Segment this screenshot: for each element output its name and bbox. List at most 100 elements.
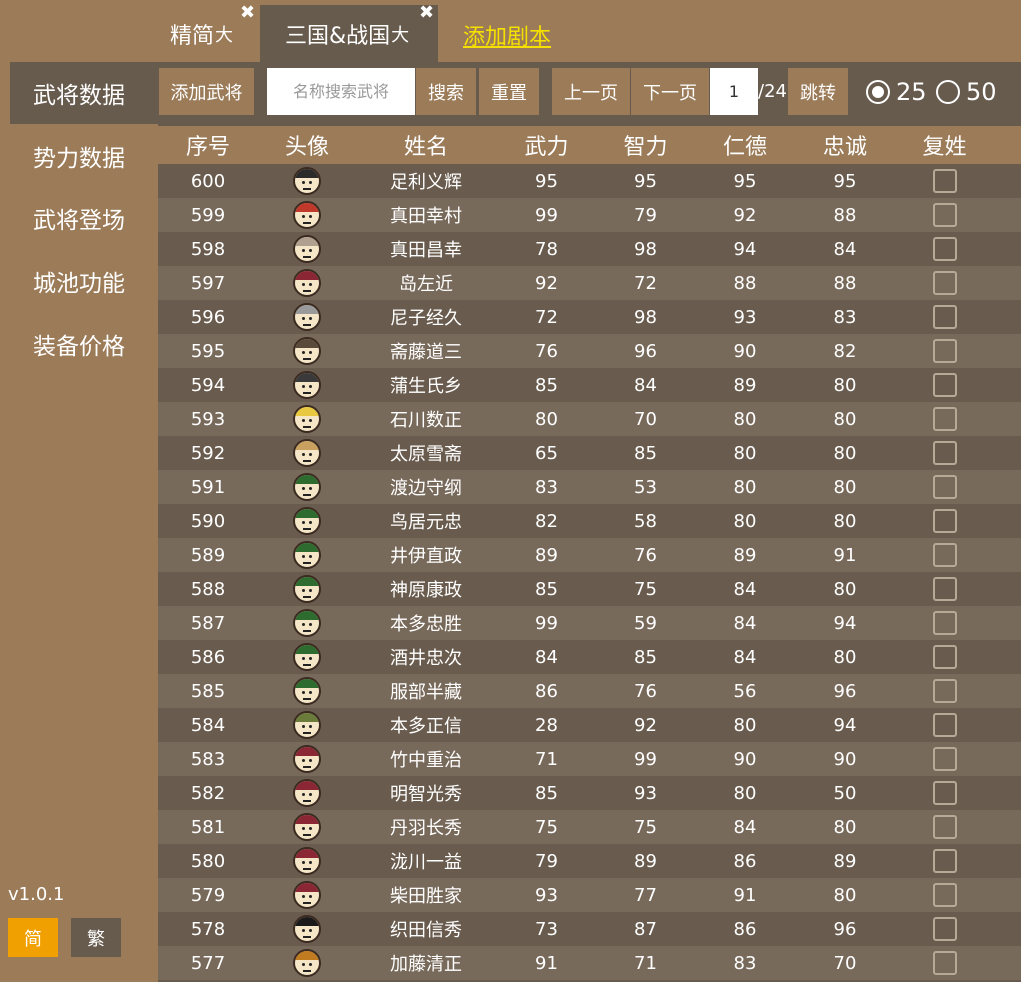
table-row[interactable]: 581 丹羽长秀 75 75 84 80 <box>158 810 1021 844</box>
cell-loyalty: 80 <box>833 476 857 498</box>
search-button[interactable]: 搜索 <box>416 68 476 115</box>
table-row[interactable]: 578 织田信秀 73 87 86 96 <box>158 912 1021 946</box>
sidebar-item-faction-data[interactable]: 势力数据 <box>10 125 148 187</box>
compound-surname-checkbox[interactable] <box>932 475 957 499</box>
page-number-input[interactable] <box>710 68 758 115</box>
table-row[interactable]: 586 酒井忠次 84 85 84 80 <box>158 640 1021 674</box>
compound-surname-checkbox[interactable] <box>932 543 957 567</box>
cell-intelligence: 53 <box>634 476 657 498</box>
compound-surname-checkbox[interactable] <box>932 577 957 601</box>
cell-name: 井伊直政 <box>390 546 462 567</box>
compound-surname-checkbox[interactable] <box>932 713 957 737</box>
compound-surname-checkbox[interactable] <box>932 339 957 363</box>
table-row[interactable]: 592 太原雪斋 65 85 80 80 <box>158 436 1021 470</box>
cell-compound-surname <box>894 679 995 703</box>
next-page-button[interactable]: 下一页 <box>631 68 709 115</box>
cell-name: 柴田胜家 <box>390 886 462 907</box>
cell-war: 75 <box>535 816 558 838</box>
table-row[interactable]: 585 服部半藏 86 76 56 96 <box>158 674 1021 708</box>
table-row[interactable]: 599 真田幸村 99 79 92 88 <box>158 198 1021 232</box>
compound-surname-checkbox[interactable] <box>932 237 957 261</box>
cell-name: 真田幸村 <box>390 206 462 227</box>
cell-war: 93 <box>535 884 558 906</box>
table-row[interactable]: 590 鸟居元忠 82 58 80 80 <box>158 504 1021 538</box>
table-row[interactable]: 583 竹中重治 71 99 90 90 <box>158 742 1021 776</box>
add-script-link[interactable]: 添加剧本 <box>463 19 551 51</box>
compound-surname-checkbox[interactable] <box>932 169 957 193</box>
add-general-button[interactable]: 添加武将 <box>159 68 254 115</box>
jump-button[interactable]: 跳转 <box>788 68 848 115</box>
compound-surname-checkbox[interactable] <box>932 679 957 703</box>
compound-surname-checkbox[interactable] <box>932 611 957 635</box>
compound-surname-checkbox[interactable] <box>932 849 957 873</box>
table-row[interactable]: 600 足利义辉 95 95 95 95 <box>158 164 1021 198</box>
reset-button[interactable]: 重置 <box>479 68 539 115</box>
compound-surname-checkbox[interactable] <box>932 203 957 227</box>
cell-virtue: 84 <box>733 646 757 668</box>
table-row[interactable]: 588 神原康政 85 75 84 80 <box>158 572 1021 606</box>
cell-virtue: 86 <box>733 918 757 940</box>
general-portrait-icon <box>293 779 321 807</box>
table-row[interactable]: 577 加藤清正 91 71 83 70 <box>158 946 1021 980</box>
header-loyalty[interactable]: 忠诚 <box>796 126 894 164</box>
prev-page-button[interactable]: 上一页 <box>552 68 630 115</box>
cell-compound-surname <box>894 713 995 737</box>
compound-surname-checkbox[interactable] <box>932 645 957 669</box>
compound-surname-checkbox[interactable] <box>932 509 957 533</box>
table-row[interactable]: 580 泷川一益 79 89 86 89 <box>158 844 1021 878</box>
compound-surname-checkbox[interactable] <box>932 883 957 907</box>
cell-name: 本多正信 <box>390 716 462 737</box>
compound-surname-checkbox[interactable] <box>932 747 957 771</box>
cell-name: 服部半藏 <box>390 682 462 703</box>
tab-three-kingdoms-warring-states[interactable]: 三国&战国大 ✖ <box>260 2 438 62</box>
table-row[interactable]: 593 石川数正 80 70 80 80 <box>158 402 1021 436</box>
table-row[interactable]: 595 斋藤道三 76 96 90 82 <box>158 334 1021 368</box>
compound-surname-checkbox[interactable] <box>932 373 957 397</box>
sidebar-item-general-data[interactable]: 武将数据 <box>10 62 148 124</box>
sidebar-item-city-function[interactable]: 城池功能 <box>10 250 148 312</box>
table-row[interactable]: 582 明智光秀 85 93 80 50 <box>158 776 1021 810</box>
table-row[interactable]: 584 本多正信 28 92 80 94 <box>158 708 1021 742</box>
cell-intelligence: 77 <box>634 884 657 906</box>
table-row[interactable]: 589 井伊直政 89 76 89 91 <box>158 538 1021 572</box>
table-row[interactable]: 594 蒲生氏乡 85 84 89 80 <box>158 368 1021 402</box>
compound-surname-checkbox[interactable] <box>932 917 957 941</box>
cell-compound-surname <box>894 203 995 227</box>
compound-surname-checkbox[interactable] <box>932 271 957 295</box>
header-id[interactable]: 序号 <box>158 126 258 164</box>
compound-surname-checkbox[interactable] <box>932 781 957 805</box>
cell-loyalty: 80 <box>833 510 857 532</box>
compound-surname-checkbox[interactable] <box>932 407 957 431</box>
table-row[interactable]: 596 尼子经久 72 98 93 83 <box>158 300 1021 334</box>
table-row[interactable]: 597 岛左近 92 72 88 88 <box>158 266 1021 300</box>
general-portrait-icon <box>293 575 321 603</box>
cell-compound-surname <box>894 509 995 533</box>
cell-name: 鸟居元忠 <box>390 512 462 533</box>
compound-surname-checkbox[interactable] <box>932 305 957 329</box>
header-war[interactable]: 武力 <box>496 126 597 164</box>
cell-compound-surname <box>894 237 995 261</box>
table-row[interactable]: 591 渡边守纲 83 53 80 80 <box>158 470 1021 504</box>
compound-surname-checkbox[interactable] <box>932 441 957 465</box>
sidebar-item-general-appearance[interactable]: 武将登场 <box>10 187 148 249</box>
page-size-25-radio[interactable]: 25 <box>866 68 927 115</box>
table-row[interactable]: 598 真田昌幸 78 98 94 84 <box>158 232 1021 266</box>
cell-war: 84 <box>535 646 558 668</box>
traditional-chinese-button[interactable]: 繁 <box>71 918 121 957</box>
close-icon[interactable]: ✖ <box>240 2 255 23</box>
cell-id: 592 <box>190 442 226 464</box>
tab-simplified[interactable]: 精简大 ✖ <box>158 2 258 62</box>
table-row[interactable]: 579 柴田胜家 93 77 91 80 <box>158 878 1021 912</box>
sidebar-item-equipment-price[interactable]: 装备价格 <box>10 313 148 375</box>
header-name[interactable]: 姓名 <box>356 126 496 164</box>
page-size-50-radio[interactable]: 50 <box>936 68 997 115</box>
compound-surname-checkbox[interactable] <box>932 951 957 975</box>
header-virtue[interactable]: 仁德 <box>694 126 796 164</box>
simplified-chinese-button[interactable]: 简 <box>8 918 58 957</box>
search-input[interactable] <box>267 68 415 115</box>
table-row[interactable]: 587 本多忠胜 99 59 84 94 <box>158 606 1021 640</box>
cell-virtue: 90 <box>733 340 757 362</box>
compound-surname-checkbox[interactable] <box>932 815 957 839</box>
close-icon[interactable]: ✖ <box>419 2 434 23</box>
header-intelligence[interactable]: 智力 <box>597 126 694 164</box>
